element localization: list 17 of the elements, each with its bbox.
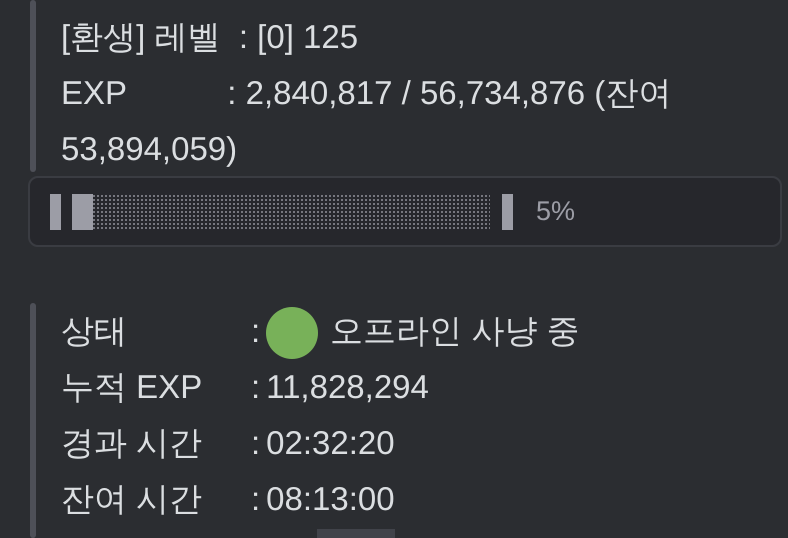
info-line: EXP : 2,840,817 / 56,734,876 (잔여 53,894,059) <box>61 73 672 169</box>
field-value: 02:32:20 <box>266 424 395 462</box>
field-value: 11,828,294 <box>266 368 429 406</box>
colon: : <box>251 368 260 406</box>
field-label: 상태 <box>61 311 128 351</box>
colon: : <box>251 424 260 462</box>
colon: : <box>251 480 260 518</box>
field-label: 경과 시간 <box>61 423 204 464</box>
field-label: 잔여 시간 <box>61 479 204 520</box>
field-label: 누적 EXP <box>61 367 204 408</box>
bar-end-mark <box>502 194 513 230</box>
field-value: 오프라인 사냥 중 <box>330 312 580 349</box>
colon: : <box>251 312 260 349</box>
bar-end-mark <box>50 194 61 230</box>
info-line: [환생] 레벨 : [0] 125 <box>61 17 360 57</box>
progress-percent: 5% <box>536 196 576 227</box>
field-value: 08:13:00 <box>266 480 395 518</box>
